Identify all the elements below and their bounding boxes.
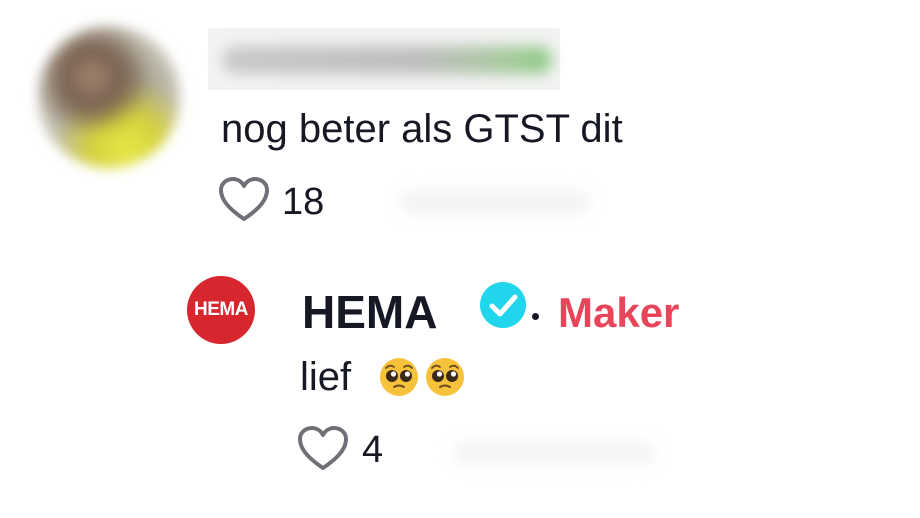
author-name[interactable]: HEMA xyxy=(302,286,437,338)
creator-badge: Maker xyxy=(558,289,680,336)
separator-dot xyxy=(532,313,539,320)
pleading-face-emoji xyxy=(426,358,464,396)
like-count: 4 xyxy=(362,429,384,471)
verified-check-icon xyxy=(480,282,526,328)
reply-text: lief xyxy=(300,355,352,399)
pleading-face-emoji xyxy=(380,358,418,396)
avatar[interactable]: HEMA xyxy=(187,276,255,344)
reply-link-faded xyxy=(400,192,590,212)
avatar[interactable] xyxy=(38,26,180,168)
hema-logo-text: HEMA xyxy=(194,299,248,320)
heart-outline-icon[interactable] xyxy=(218,177,270,223)
username-redacted[interactable] xyxy=(208,28,560,90)
like-count: 18 xyxy=(282,181,325,223)
comment-text: nog beter als GTST dit xyxy=(221,107,623,151)
heart-outline-icon[interactable] xyxy=(297,426,349,472)
reply-link-faded xyxy=(455,443,655,463)
emoji-group xyxy=(378,356,466,398)
